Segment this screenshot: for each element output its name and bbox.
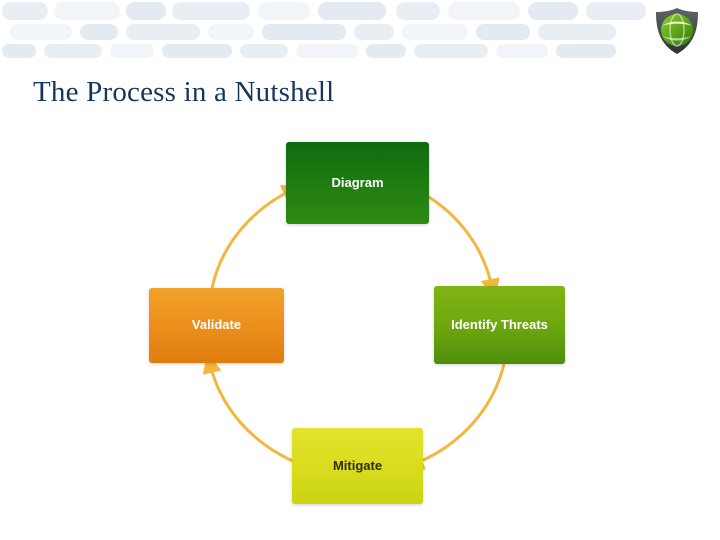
arrow-identify-to-mitigate	[402, 363, 506, 470]
page-title: The Process in a Nutshell	[33, 76, 335, 108]
arrow-validate-to-diagram	[210, 184, 303, 289]
cycle-node-identify-threats-label: Identify Threats	[451, 316, 548, 332]
header-blob	[258, 2, 310, 20]
header-blob	[396, 2, 440, 20]
header-blob	[208, 24, 254, 40]
header-blob	[318, 2, 386, 20]
header-blob	[538, 24, 616, 40]
cycle-node-validate[interactable]: Validate	[149, 288, 284, 363]
header-blob	[80, 24, 118, 40]
header-blob	[528, 2, 578, 20]
header-blob	[172, 2, 250, 20]
header-blob	[586, 2, 646, 20]
cycle-node-mitigate-label: Mitigate	[332, 457, 383, 473]
header-blob	[2, 2, 48, 20]
header-blob	[414, 44, 488, 58]
header-blob	[476, 24, 530, 40]
cycle-node-diagram[interactable]: Diagram	[286, 142, 429, 224]
cycle-node-validate-label: Validate	[191, 317, 242, 333]
header-blob	[448, 2, 520, 20]
header-blob	[2, 44, 36, 58]
cycle-node-diagram-label: Diagram	[331, 174, 384, 190]
header-blob	[296, 44, 358, 58]
header-decoration-band	[0, 0, 720, 62]
header-blob	[402, 24, 468, 40]
shield-logo	[656, 8, 698, 54]
header-blob	[44, 44, 102, 58]
header-blob	[354, 24, 394, 40]
header-blob	[262, 24, 346, 40]
header-blob	[366, 44, 406, 58]
cycle-node-mitigate[interactable]: Mitigate	[292, 428, 423, 504]
header-blob	[126, 2, 166, 20]
process-cycle-diagram: Diagram Identify Threats Mitigate Valida…	[0, 120, 720, 540]
header-blob	[110, 44, 154, 58]
header-blob	[556, 44, 616, 58]
header-blob	[496, 44, 548, 58]
header-blob	[240, 44, 288, 58]
header-blob	[54, 2, 120, 20]
header-blob	[162, 44, 232, 58]
cycle-node-identify-threats[interactable]: Identify Threats	[434, 286, 565, 364]
arrow-mitigate-to-validate	[202, 352, 301, 466]
header-blob	[10, 24, 72, 40]
header-blob	[126, 24, 200, 40]
